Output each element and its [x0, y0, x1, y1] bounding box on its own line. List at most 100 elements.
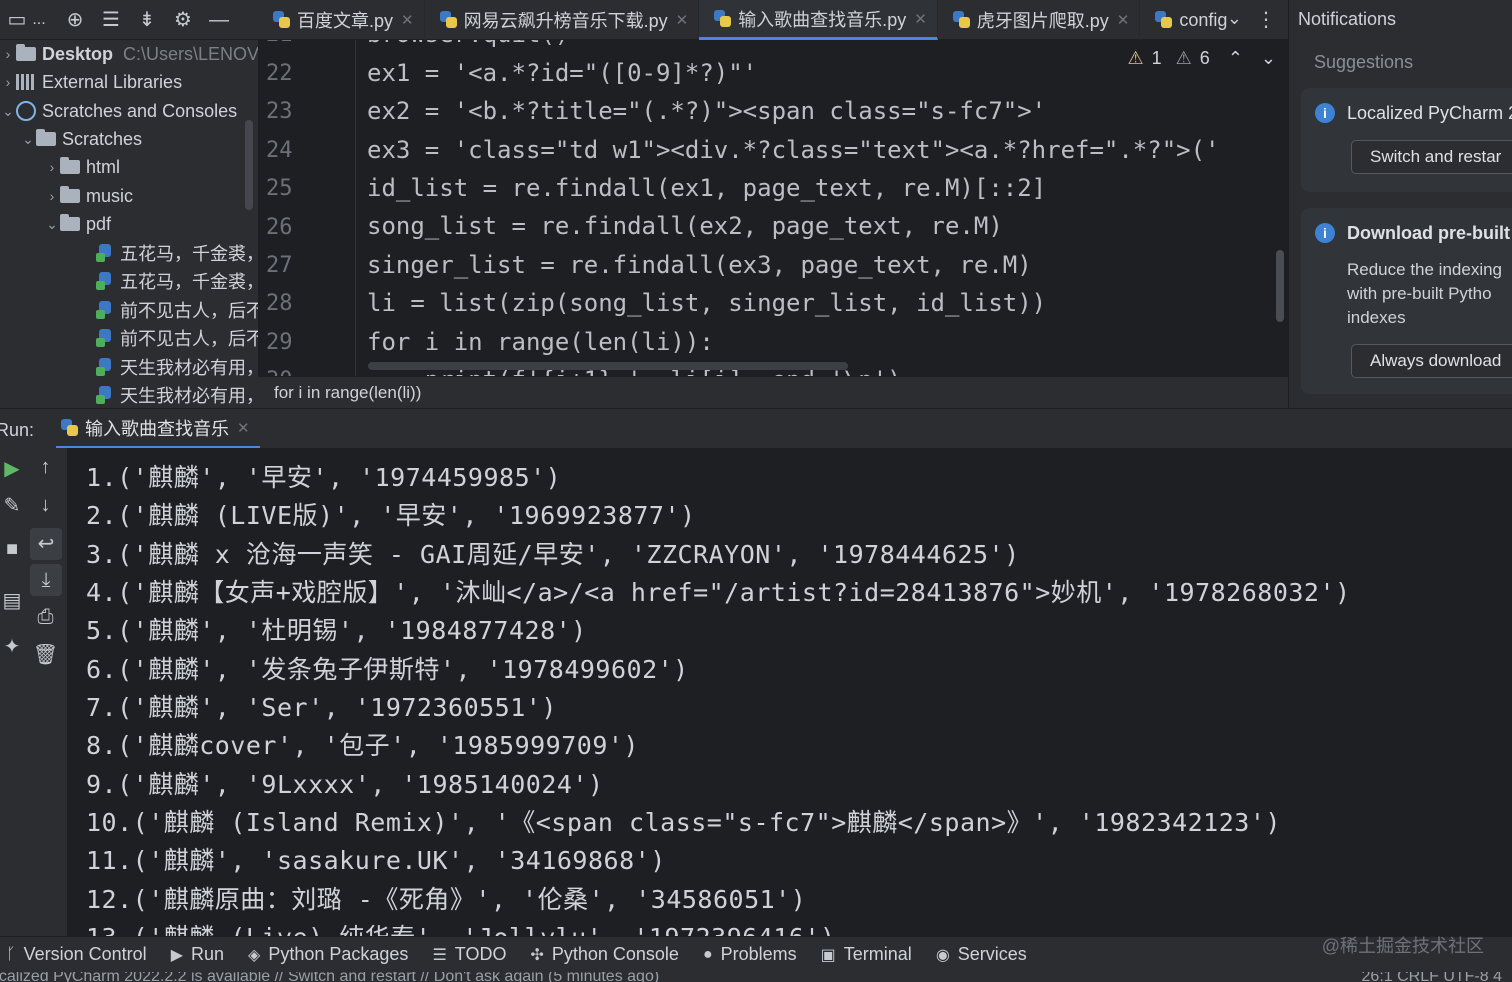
- chevron-down-icon[interactable]: ⌄: [20, 131, 36, 148]
- print-icon[interactable]: ⎙: [24, 606, 67, 629]
- kebab-menu-icon[interactable]: ⋮: [1256, 7, 1276, 32]
- tree-file[interactable]: 天生我材必有用，: [96, 381, 258, 408]
- tree-label: 天生我材必有用，: [120, 358, 258, 378]
- notification-body: Reduce the indexing with pre-built Pytho…: [1347, 260, 1503, 327]
- tree-file[interactable]: 前不见古人，后不: [96, 296, 258, 324]
- tool-tab-version-control[interactable]: ᚴ Version Control: [6, 944, 147, 965]
- editor-tabs: 百度文章.py ✕ 网易云飙升榜音乐下载.py ✕ 输入歌曲查找音乐.py ✕ …: [258, 0, 1290, 40]
- branch-icon: ᚴ: [6, 945, 16, 963]
- breadcrumb-item[interactable]: for i in range(len(li)): [274, 383, 421, 402]
- soft-wrap-icon[interactable]: ↩: [30, 528, 62, 560]
- info-icon: i: [1315, 103, 1335, 123]
- code-line: ex3 = 'class="td w1"><div.*?class="text"…: [367, 136, 1220, 164]
- tool-window-bar: ᚴ Version Control ▶ Run ◈ Python Package…: [0, 936, 1512, 972]
- run-icon[interactable]: ▶: [0, 456, 24, 481]
- tree-item-pdf[interactable]: ⌄ pdf: [44, 210, 111, 238]
- tool-tab-python-console[interactable]: ✣ Python Console: [530, 944, 679, 965]
- line-number: 24: [266, 138, 293, 163]
- tree-label: music: [86, 185, 134, 206]
- project-scrollbar[interactable]: [245, 120, 253, 210]
- status-info[interactable]: 26:1 CRLF UTF-8 4: [1362, 972, 1502, 982]
- tree-item-external-libraries[interactable]: › External Libraries: [0, 68, 182, 96]
- tool-tab-services[interactable]: ◉ Services: [936, 944, 1027, 965]
- tree-file[interactable]: 前不见古人，后不: [96, 324, 258, 352]
- tool-tab-python-packages[interactable]: ◈ Python Packages: [248, 944, 408, 965]
- wrench-icon[interactable]: ✎: [0, 493, 24, 518]
- chevron-right-icon[interactable]: ›: [0, 46, 16, 62]
- console-line: 13.('麒麟 (Live) 纯华泰', 'Jollylu', '1972396…: [86, 918, 836, 936]
- tree-file[interactable]: 五花马，千金裘，: [96, 267, 258, 295]
- close-icon[interactable]: ✕: [1117, 11, 1130, 29]
- scroll-to-end-icon[interactable]: ⤓: [30, 564, 62, 596]
- always-download-button[interactable]: Always download: [1351, 344, 1512, 378]
- chevron-right-icon[interactable]: ›: [0, 74, 16, 90]
- window-icon[interactable]: ▭: [6, 10, 28, 30]
- code-line: for i in range(len(li)):: [367, 328, 714, 356]
- tree-file[interactable]: 天生我材必有用，: [96, 353, 258, 381]
- layout-icon[interactable]: ▤: [0, 588, 24, 613]
- tool-tab-problems[interactable]: ● Problems: [703, 944, 797, 965]
- close-icon[interactable]: ✕: [676, 11, 689, 29]
- weak-warning-count: 6: [1199, 48, 1210, 68]
- tab-search-music[interactable]: 输入歌曲查找音乐.py ✕: [699, 0, 938, 40]
- tool-tab-todo[interactable]: ☰ TODO: [432, 944, 506, 965]
- chevron-down-icon[interactable]: ⌄: [1261, 48, 1276, 69]
- console-line: 8.('麒麟cover', '包子', '1985999709'): [86, 731, 639, 760]
- switch-and-restart-button[interactable]: Switch and restar: [1351, 140, 1512, 174]
- tree-item-scratches-and-consoles[interactable]: ⌄ Scratches and Consoles: [0, 97, 237, 125]
- pin-icon[interactable]: ✦: [0, 634, 24, 659]
- tab-config[interactable]: config: [1140, 0, 1237, 40]
- editor-scrollbar[interactable]: [1276, 250, 1284, 322]
- code-editor[interactable]: 21 22 23 24 25 26 27 28 29 30 browser.qu…: [258, 40, 1288, 376]
- status-message[interactable]: ocalized PyCharm 2022.2.2 is available /…: [0, 972, 659, 982]
- tool-tab-terminal[interactable]: ▣ Terminal: [821, 944, 912, 965]
- chevron-down-icon[interactable]: ⌄: [0, 103, 16, 120]
- notification-card-prebuilt: i Download pre-built Reduce the indexing…: [1301, 208, 1512, 394]
- tab-baidu-article[interactable]: 百度文章.py ✕: [258, 0, 425, 40]
- project-toolbar: ▭ ... ⊕ ☰ ⇟ ⚙ —: [0, 0, 258, 40]
- inspection-widget[interactable]: ⚠ 1 ⚠ 6 ⌃ ⌄: [1128, 48, 1277, 69]
- target-icon[interactable]: ⊕: [64, 10, 86, 30]
- down-arrow-icon[interactable]: ↓: [24, 494, 67, 517]
- editor-horizontal-scrollbar[interactable]: [368, 362, 848, 370]
- close-icon[interactable]: ✕: [401, 11, 414, 29]
- python-file-icon: [60, 418, 80, 438]
- collapse-all-icon[interactable]: ⇟: [136, 10, 158, 30]
- tree-item-scratches[interactable]: ⌄ Scratches: [20, 125, 142, 153]
- chevron-down-icon[interactable]: ⌄: [1227, 8, 1242, 29]
- tree-label: Scratches: [62, 128, 143, 149]
- tool-tab-label: Python Console: [551, 944, 679, 964]
- breadcrumb[interactable]: for i in range(len(li)): [258, 376, 1288, 408]
- python-file-icon: [439, 10, 459, 30]
- chevron-right-icon[interactable]: ›: [44, 188, 60, 204]
- console-line: 7.('麒麟', 'Ser', '1972360551'): [86, 693, 557, 722]
- tree-label: pdf: [86, 213, 112, 234]
- more-icon[interactable]: ...: [28, 10, 50, 30]
- tab-huya-images[interactable]: 虎牙图片爬取.py ✕: [938, 0, 1141, 40]
- chevron-up-icon[interactable]: ⌃: [1228, 48, 1243, 69]
- chevron-right-icon[interactable]: ›: [44, 159, 60, 175]
- chevron-down-icon[interactable]: ⌄: [44, 216, 60, 233]
- run-config-tab[interactable]: 输入歌曲查找音乐 ✕: [56, 409, 260, 449]
- tree-item-html[interactable]: › html: [44, 153, 120, 181]
- tree-item-desktop[interactable]: › Desktop C:\Users\LENOV: [0, 40, 258, 68]
- gear-icon[interactable]: ⚙: [172, 10, 194, 30]
- trash-icon[interactable]: 🗑: [24, 642, 67, 667]
- tree-label: 前不见古人，后不: [120, 329, 258, 349]
- folder-icon: [16, 44, 36, 61]
- tree-file[interactable]: 五花马，千金裘，: [96, 239, 258, 267]
- minimize-icon[interactable]: —: [208, 10, 230, 30]
- stop-icon[interactable]: ■: [0, 538, 24, 561]
- tree-label: html: [86, 156, 121, 177]
- console-output[interactable]: 1.('麒麟', '早安', '1974459985') 2.('麒麟 (LIV…: [68, 448, 1512, 936]
- close-icon[interactable]: ✕: [914, 10, 927, 28]
- expand-all-icon[interactable]: ☰: [100, 10, 122, 30]
- scratch-file-icon: [96, 243, 116, 263]
- line-number: 29: [266, 330, 293, 355]
- tool-tab-run[interactable]: ▶ Run: [171, 944, 224, 965]
- tab-label: 虎牙图片爬取.py: [976, 11, 1109, 31]
- tab-netease-music[interactable]: 网易云飙升榜音乐下载.py ✕: [425, 0, 700, 40]
- tree-item-music[interactable]: › music: [44, 182, 133, 210]
- up-arrow-icon[interactable]: ↑: [24, 456, 67, 479]
- close-icon[interactable]: ✕: [237, 419, 250, 437]
